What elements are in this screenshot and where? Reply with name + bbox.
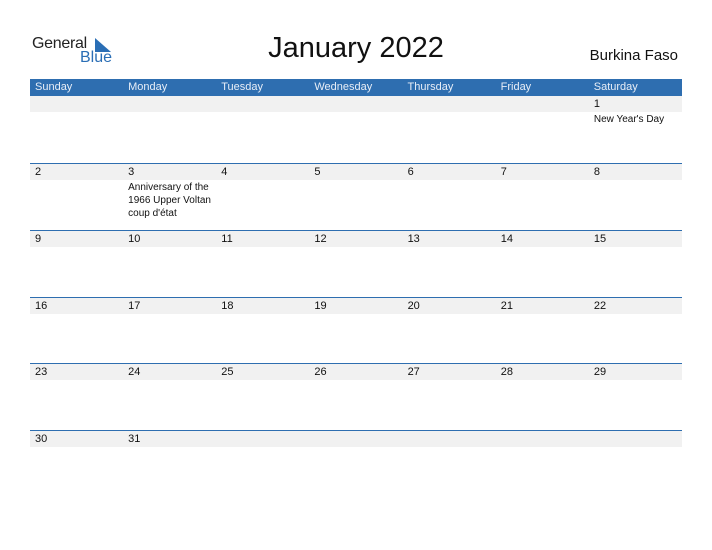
day-cell: 13 bbox=[403, 231, 496, 298]
day-cell: 19 bbox=[309, 298, 402, 365]
day-number: 15 bbox=[593, 233, 607, 245]
day-cell: 25 bbox=[216, 364, 309, 431]
day-number: 30 bbox=[35, 433, 48, 445]
day-cell: 7 bbox=[496, 164, 589, 231]
day-cell: 30 bbox=[30, 431, 123, 498]
day-number: 20 bbox=[407, 300, 420, 312]
day-cell bbox=[30, 96, 123, 163]
day-cell bbox=[216, 431, 309, 498]
day-cell: 17 bbox=[123, 298, 216, 365]
day-number: 13 bbox=[407, 233, 420, 245]
day-number: 2 bbox=[35, 166, 42, 178]
day-cell: 1 New Year's Day bbox=[589, 96, 682, 163]
day-number: 1 bbox=[593, 98, 600, 110]
day-cell: 2 bbox=[30, 164, 123, 231]
day-number: 23 bbox=[35, 366, 48, 378]
day-number: 27 bbox=[407, 366, 420, 378]
day-number: 11 bbox=[221, 233, 233, 245]
day-number: 7 bbox=[500, 166, 507, 178]
day-cell: 15 bbox=[589, 231, 682, 298]
day-cell: 29 bbox=[589, 364, 682, 431]
day-number: 22 bbox=[593, 300, 607, 312]
day-number: 29 bbox=[593, 366, 607, 378]
day-cell bbox=[496, 431, 589, 498]
day-cell bbox=[403, 96, 496, 163]
day-cell: 31 bbox=[123, 431, 216, 498]
weekday-friday: Friday bbox=[500, 81, 532, 93]
day-cell: 10 bbox=[123, 231, 216, 298]
day-number: 24 bbox=[128, 366, 141, 378]
day-number: 6 bbox=[407, 166, 414, 178]
day-cell: 4 bbox=[216, 164, 309, 231]
day-cell: 24 bbox=[123, 364, 216, 431]
day-number: 14 bbox=[500, 233, 513, 245]
day-cell bbox=[216, 96, 309, 163]
day-cell bbox=[309, 431, 402, 498]
day-cell: 22 bbox=[589, 298, 682, 365]
day-number: 28 bbox=[500, 366, 513, 378]
day-number: 5 bbox=[314, 166, 321, 178]
weekday-thursday: Thursday bbox=[407, 81, 454, 93]
day-cell: 6 bbox=[403, 164, 496, 231]
weekday-monday: Monday bbox=[128, 81, 168, 93]
week-row: 2 3 Anniversary of the 1966 Upper Voltan c… bbox=[30, 163, 682, 231]
day-cell: 14 bbox=[496, 231, 589, 298]
day-cell: 8 bbox=[589, 164, 682, 231]
day-cell bbox=[496, 96, 589, 163]
day-number: 26 bbox=[314, 366, 327, 378]
weekday-saturday: Saturday bbox=[593, 81, 638, 93]
day-cell: 5 bbox=[309, 164, 402, 231]
country-label: Burkina Faso bbox=[589, 47, 678, 64]
day-cell: 20 bbox=[403, 298, 496, 365]
day-number: 8 bbox=[593, 166, 600, 178]
week-row: 9 10 11 12 13 14 15 bbox=[30, 230, 682, 298]
day-number: 25 bbox=[221, 366, 234, 378]
day-cell: 27 bbox=[403, 364, 496, 431]
day-number: 18 bbox=[221, 300, 234, 312]
day-number: 12 bbox=[314, 233, 327, 245]
day-cell: 28 bbox=[496, 364, 589, 431]
day-cell: 18 bbox=[216, 298, 309, 365]
day-cell: 26 bbox=[309, 364, 402, 431]
day-number: 17 bbox=[128, 300, 141, 312]
holiday-label: Anniversary of the 1966 Upper Voltan cou… bbox=[128, 182, 211, 219]
day-cell: 9 bbox=[30, 231, 123, 298]
holiday-label: New Year's Day bbox=[593, 114, 665, 125]
day-cell: 11 bbox=[216, 231, 309, 298]
week-row: 23 24 25 26 27 28 29 bbox=[30, 363, 682, 431]
day-cell: 12 bbox=[309, 231, 402, 298]
day-cell: 23 bbox=[30, 364, 123, 431]
day-cell bbox=[123, 96, 216, 163]
day-cell: 3 Anniversary of the 1966 Upper Voltan co… bbox=[123, 164, 216, 231]
day-number: 21 bbox=[500, 300, 513, 312]
day-number: 3 bbox=[128, 166, 135, 178]
day-number: 16 bbox=[35, 300, 48, 312]
weekday-wednesday: Wednesday bbox=[314, 81, 373, 93]
day-number: 19 bbox=[314, 300, 327, 312]
weekday-header: Sunday Monday Tuesday Wednesday Thursday… bbox=[30, 79, 682, 96]
week-row: 1 New Year's Day bbox=[30, 96, 682, 163]
day-number: 10 bbox=[128, 233, 141, 245]
week-row: 30 31 bbox=[30, 430, 682, 498]
weekday-tuesday: Tuesday bbox=[221, 81, 264, 93]
day-cell bbox=[403, 431, 496, 498]
week-row: 16 17 18 19 20 21 22 bbox=[30, 297, 682, 365]
day-cell: 16 bbox=[30, 298, 123, 365]
day-cell: 21 bbox=[496, 298, 589, 365]
day-number: 31 bbox=[128, 433, 141, 445]
day-number: 9 bbox=[35, 233, 42, 245]
day-cell bbox=[309, 96, 402, 163]
day-number: 4 bbox=[221, 166, 228, 178]
day-cell bbox=[589, 431, 682, 498]
weekday-sunday: Sunday bbox=[35, 81, 73, 93]
